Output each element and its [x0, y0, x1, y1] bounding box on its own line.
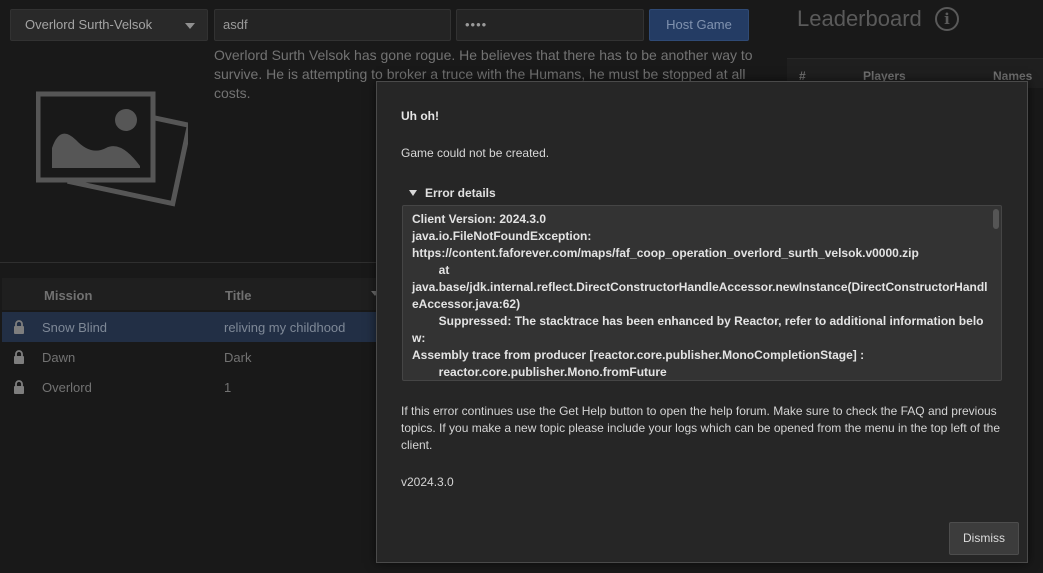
error-details-label: Error details — [425, 186, 496, 200]
trace-line: Assembly trace from producer [reactor.co… — [412, 348, 865, 362]
trace-line: reactor.core.publisher.Mono.fromFuture — [412, 365, 667, 379]
trace-line: java.base/jdk.internal.reflect.DirectCon… — [412, 280, 988, 311]
dialog-message: Game could not be created. — [401, 146, 550, 160]
help-text: If this error continues use the Get Help… — [401, 404, 1001, 452]
dialog-title: Uh oh! — [401, 109, 439, 123]
scrollbar-thumb[interactable] — [993, 209, 999, 229]
error-details-toggle[interactable]: Error details — [409, 186, 496, 200]
error-dialog: Uh oh! Game could not be created. Error … — [376, 81, 1028, 563]
version-label: v2024.3.0 — [401, 475, 454, 489]
trace-line: java.io.FileNotFoundException: — [412, 229, 592, 243]
trace-line: Client Version: 2024.3.0 — [412, 212, 547, 226]
trace-line: https://content.faforever.com/maps/faf_c… — [412, 246, 919, 260]
error-trace-textarea[interactable]: Client Version: 2024.3.0 java.io.FileNotF… — [402, 205, 1002, 381]
dismiss-button[interactable]: Dismiss — [949, 522, 1019, 555]
trace-line: at — [412, 263, 450, 277]
expand-triangle-icon — [409, 190, 417, 196]
trace-line: Suppressed: The stacktrace has been enha… — [412, 314, 984, 345]
coop-screen: Overlord Surth-Velsok asdf •••• Host Gam… — [0, 0, 1043, 573]
error-trace-text: Client Version: 2024.3.0 java.io.FileNotF… — [412, 211, 988, 380]
